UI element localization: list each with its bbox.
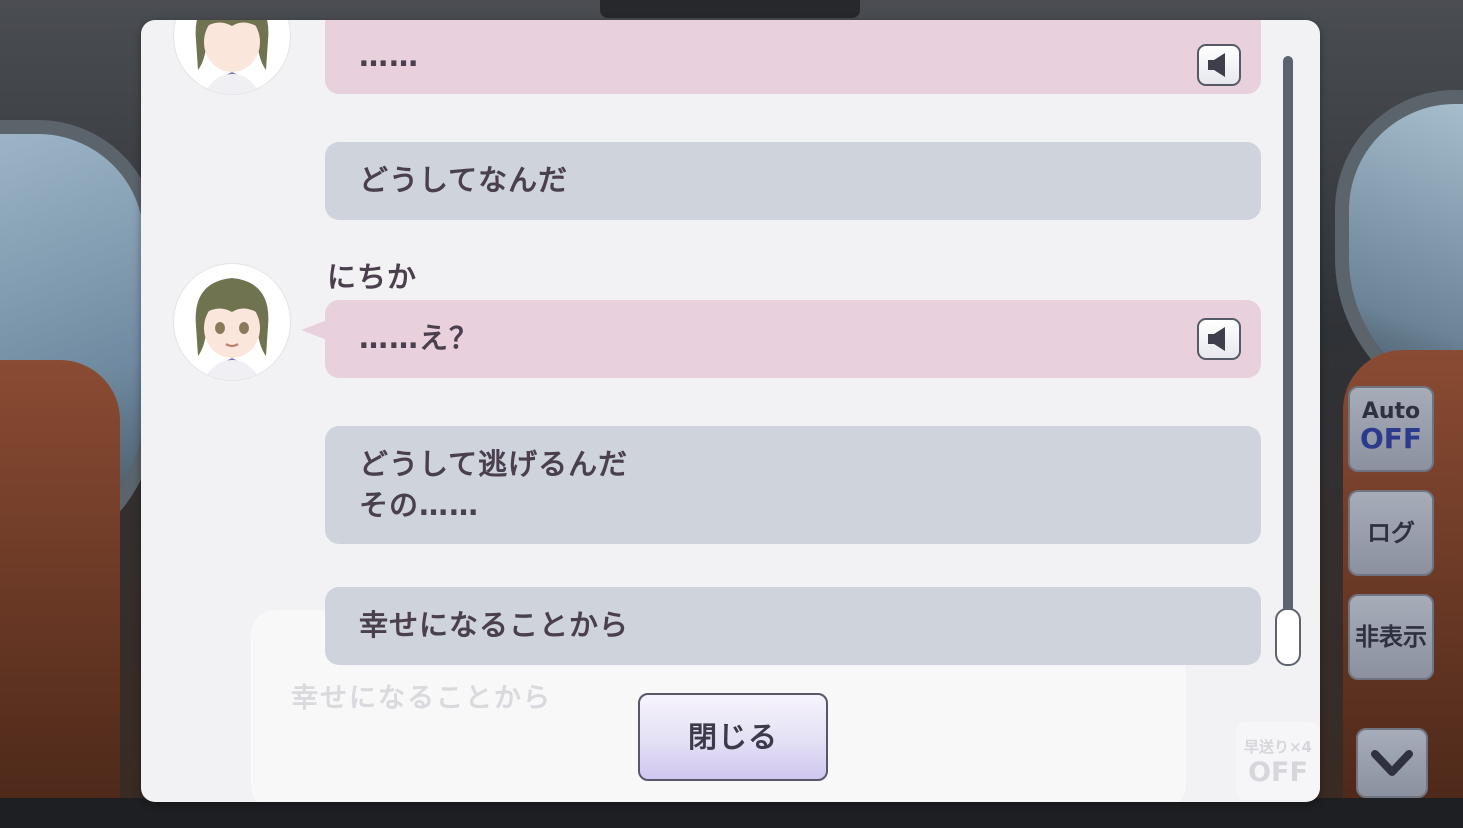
log-message-player: どうしてなんだ (325, 142, 1261, 220)
close-button[interactable]: 閉じる (638, 693, 828, 781)
log-message-player: どうして逃げるんだ その…… (325, 426, 1261, 544)
chevron-down-icon (1371, 750, 1413, 776)
next-button[interactable] (1356, 728, 1428, 798)
character-portrait-icon (195, 20, 269, 94)
car-vent (600, 0, 860, 18)
log-message-player: 幸せになることから (325, 587, 1261, 665)
message-text: 幸せになることから (359, 608, 630, 642)
log-message-character: …… (325, 20, 1261, 94)
dialogue-ghost-text: 幸せになることから (291, 683, 552, 714)
message-text: ……え？ (359, 321, 480, 355)
message-text-line-2: その…… (359, 488, 480, 522)
voice-play-button[interactable] (1197, 318, 1241, 360)
auto-label: Auto (1361, 399, 1421, 424)
scrollbar-track[interactable] (1283, 56, 1293, 660)
fast-forward-ghost: 早送り×4 OFF (1236, 722, 1320, 800)
auto-button[interactable]: Auto OFF (1348, 386, 1434, 472)
message-text: …… (359, 39, 419, 73)
message-text-line-1: どうして逃げるんだ (359, 447, 629, 481)
log-window: 幸せになることから 早送り×4 OFF …… どうしてなんだ にちか ……え？ … (141, 20, 1320, 802)
hide-label: 非表示 (1355, 623, 1427, 651)
speaker-icon (1208, 327, 1225, 351)
fast-forward-state: OFF (1248, 757, 1308, 788)
speaker-icon (1208, 53, 1225, 77)
bubble-tail (301, 320, 327, 340)
log-label: ログ (1367, 519, 1415, 547)
auto-state: OFF (1359, 422, 1423, 455)
scrollbar-thumb[interactable] (1275, 608, 1301, 666)
avatar-nichika-top (174, 20, 290, 94)
log-message-character: ……え？ (301, 300, 1261, 378)
log-button[interactable]: ログ (1348, 490, 1434, 576)
car-floor (0, 798, 1463, 828)
voice-play-button[interactable] (1197, 44, 1241, 86)
speaker-name: にちか (327, 260, 418, 294)
hide-button[interactable]: 非表示 (1348, 594, 1434, 680)
character-portrait-icon (195, 278, 269, 380)
car-seat-left (0, 360, 120, 828)
message-text: どうしてなんだ (359, 163, 569, 197)
fast-forward-label: 早送り×4 (1243, 738, 1312, 756)
avatar-nichika (174, 264, 290, 380)
